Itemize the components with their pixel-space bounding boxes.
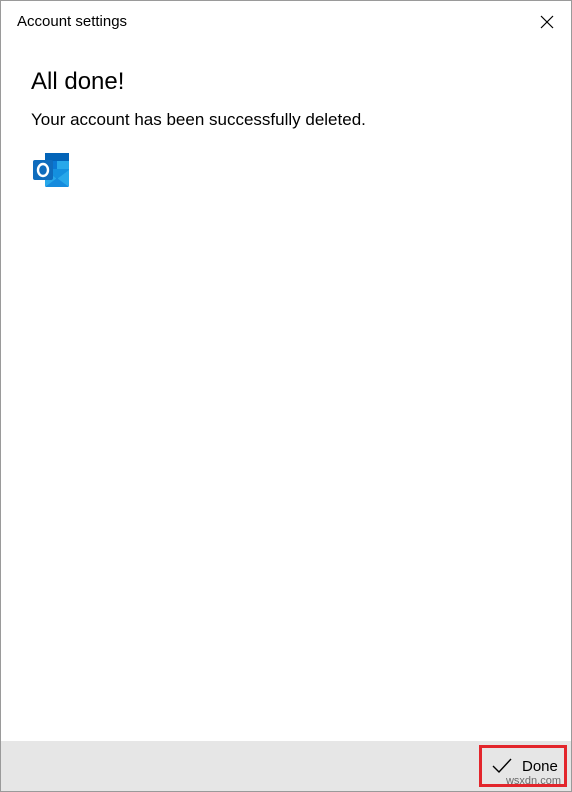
footer-bar: Done wsxdn.com [1,741,571,791]
title-bar: Account settings [1,1,571,43]
window-title: Account settings [17,13,128,30]
done-button-label: Done [522,757,558,775]
outlook-icon [33,153,69,187]
close-icon [540,15,554,29]
account-settings-window: Account settings All done! Your account … [0,0,572,792]
page-heading: All done! [31,68,125,95]
watermark-text: wsxdn.com [505,775,561,787]
main-content: All done! Your account has been successf… [31,67,541,131]
close-button[interactable] [523,1,571,43]
status-message: Your account has been successfully delet… [31,110,366,129]
checkmark-icon [492,758,512,774]
